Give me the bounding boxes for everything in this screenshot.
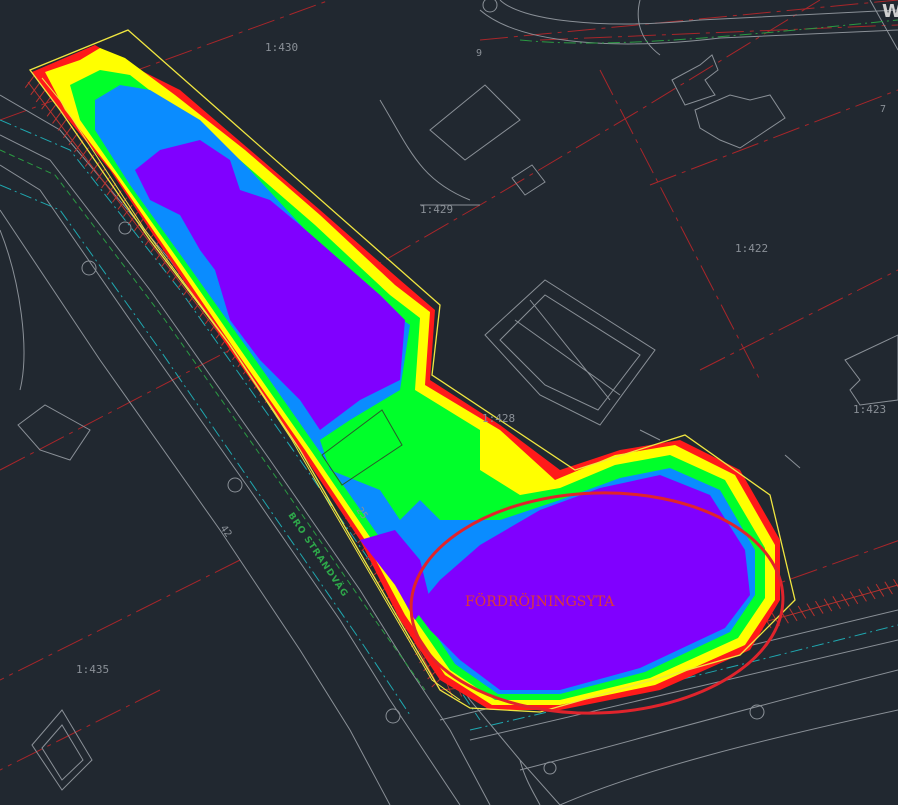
parcel-label-1-428: 1:428 [482, 412, 515, 425]
address-number-7: 7 [880, 104, 886, 115]
parcel-label-1-423: 1:423 [853, 403, 886, 416]
address-number-9: 9 [476, 48, 482, 59]
parcel-label-1-422: 1:422 [735, 242, 768, 255]
cad-site-map[interactable]: 1:430 1:429 1:422 1:428 1:423 1:435 9 42… [0, 0, 898, 805]
corner-letter-label: W [882, 1, 898, 22]
parcel-label-1-435: 1:435 [76, 663, 109, 676]
retention-area-label: FÖRDRÖJNINGSYTA [465, 592, 615, 610]
parcel-label-1-429: 1:429 [420, 203, 453, 216]
parcel-label-1-430: 1:430 [265, 41, 298, 54]
